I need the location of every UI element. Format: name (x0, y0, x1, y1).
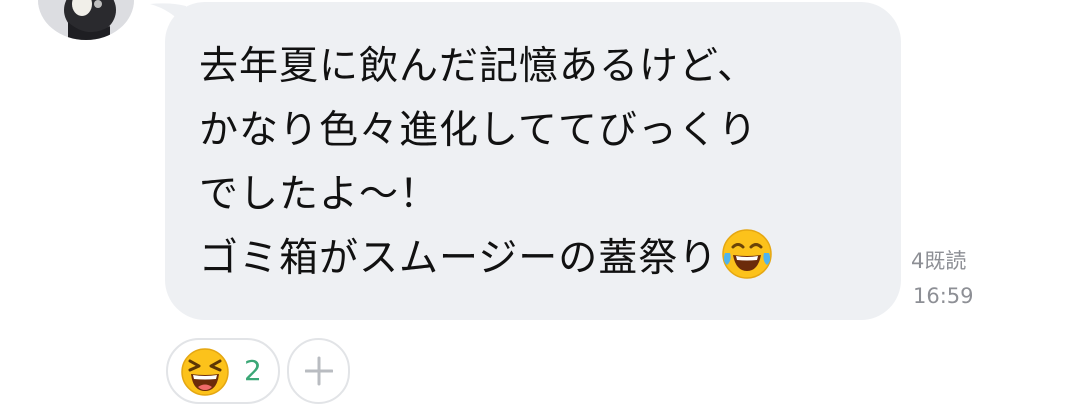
message-line: ゴミ箱がスムージーの蓋祭り (199, 227, 774, 291)
message-line-text: ゴミ箱がスムージーの蓋祭り (199, 236, 719, 281)
message-line-text: 去年夏に飲んだ記憶あるけど、 (199, 44, 758, 89)
grinning-squinting-face-icon (181, 348, 229, 396)
add-reaction-button[interactable] (287, 338, 350, 404)
message-line: かなり色々進化しててびっくり (199, 99, 774, 163)
reaction-count: 2 (244, 354, 262, 387)
message-line-text: でしたよ〜！ (199, 172, 440, 217)
reaction-chip[interactable]: 2 (166, 338, 280, 404)
message-text: 去年夏に飲んだ記憶あるけど、 かなり色々進化しててびっくり でしたよ〜！ ゴミ箱… (199, 35, 774, 291)
message-timestamp: 16:59 (913, 284, 974, 308)
chat-view: 去年夏に飲んだ記憶あるけど、 かなり色々進化しててびっくり でしたよ〜！ ゴミ箱… (0, 0, 1080, 407)
tears-of-joy-emoji-icon (722, 229, 772, 279)
message-line: 去年夏に飲んだ記憶あるけど、 (199, 35, 774, 99)
sender-avatar[interactable] (38, 0, 134, 40)
read-receipt: 4既読 (911, 249, 967, 273)
message-line-text: かなり色々進化しててびっくり (199, 108, 758, 153)
avatar-image (38, 0, 134, 40)
message-line: でしたよ〜！ (199, 163, 774, 227)
plus-icon (305, 356, 333, 386)
